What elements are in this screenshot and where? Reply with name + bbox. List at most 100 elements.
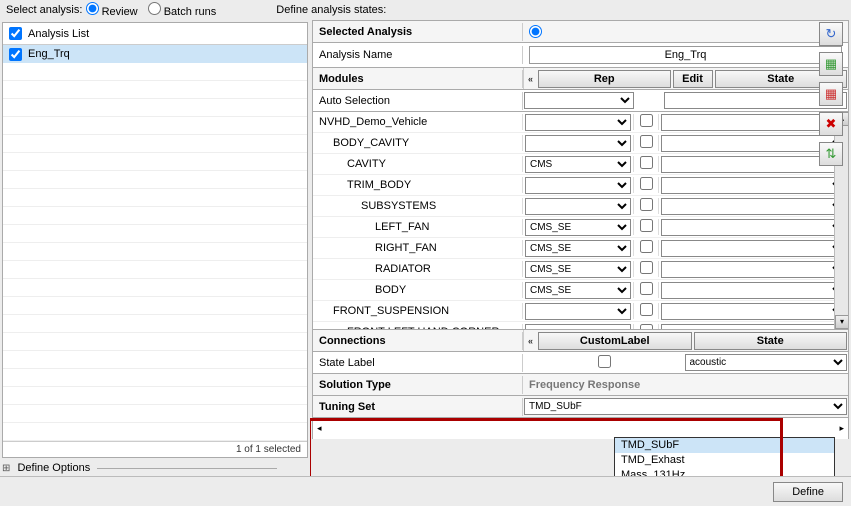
tuning-dropdown-list[interactable]: TMD_SUbF TMD_Exhast Mass_131Hz [614,437,835,476]
edit-cell[interactable] [633,156,659,172]
tree-row[interactable]: BODY_CAVITY [313,133,848,154]
rep-select[interactable] [525,324,631,330]
tree-label: SUBSYSTEMS [313,198,523,214]
rep-select[interactable]: CMS [525,156,631,173]
bottom-bar: Define [0,476,851,506]
tuning-option[interactable]: Mass_131Hz [615,468,834,476]
state-label-checkbox[interactable] [598,355,611,368]
define-options-label: Define Options [17,462,90,474]
tree-row[interactable]: FRONT_SUSPENSION [313,301,848,322]
select-analysis-label: Select analysis: [6,4,82,16]
tree-label: FRONT LEFT HAND CORNER [313,324,523,329]
edit-checkbox[interactable] [640,219,653,232]
tree-row[interactable]: LEFT_FANCMS_SE [313,217,848,238]
scroll-down-icon[interactable]: ▾ [835,315,849,329]
edit-checkbox[interactable] [640,135,653,148]
tree-row[interactable]: SUBSYSTEMS [313,196,848,217]
state-select[interactable] [661,177,846,194]
customlabel-col-button[interactable]: CustomLabel [538,332,692,350]
edit-checkbox[interactable] [640,303,653,316]
rep-select[interactable] [525,198,631,215]
solution-type-row: Solution Type Frequency Response [312,373,849,395]
edit-col-button[interactable]: Edit [673,70,713,88]
delete-icon[interactable]: ✖ [819,112,843,136]
rep-select[interactable] [525,177,631,194]
tree-row[interactable]: BODYCMS_SE [313,280,848,301]
tree-row[interactable]: NVHD_Demo_Vehicle [313,112,848,133]
tree-label: BODY_CAVITY [313,135,523,151]
rep-select[interactable]: CMS_SE [525,282,631,299]
edit-cell[interactable] [633,282,659,298]
state-value-select[interactable]: acoustic [685,354,848,371]
tree-row[interactable]: FRONT LEFT HAND CORNER [313,322,848,329]
tree-row[interactable]: RADIATORCMS_SE [313,259,848,280]
modules-tree: NVHD_Demo_VehicleBODY_CAVITYCAVITYCMSTRI… [312,111,849,329]
rep-select[interactable]: CMS_SE [525,219,631,236]
edit-cell[interactable] [633,261,659,277]
edit-checkbox[interactable] [640,261,653,274]
analysis-name-field[interactable] [529,46,842,64]
collapse-icon[interactable]: « [523,330,537,351]
list-item[interactable]: Eng_Trq [3,45,307,63]
tuning-option[interactable]: TMD_Exhast [615,453,834,468]
rep-select[interactable] [525,114,631,131]
expand-icon[interactable]: ⊞ [2,463,10,474]
edit-checkbox[interactable] [640,198,653,211]
rep-select[interactable]: CMS_SE [525,261,631,278]
item-checkbox[interactable] [9,48,22,61]
rep-select[interactable] [525,303,631,320]
remove-icon[interactable]: ▦ [819,82,843,106]
state-select[interactable] [661,198,846,215]
tree-row[interactable]: CAVITYCMS [313,154,848,175]
edit-cell[interactable] [633,135,659,151]
scroll-right-icon[interactable]: ▸ [835,423,848,434]
tuning-set-row: Tuning Set TMD_SUbF [312,395,849,417]
tuning-set-select[interactable]: TMD_SUbF [524,398,847,415]
edit-checkbox[interactable] [640,240,653,253]
tree-row[interactable]: RIGHT_FANCMS_SE [313,238,848,259]
batch-radio-label[interactable]: Batch runs [148,2,217,18]
edit-cell[interactable] [633,240,659,256]
rep-col-button[interactable]: Rep [538,70,671,88]
scroll-left-icon[interactable]: ◂ [313,423,326,434]
list-footer: 1 of 1 selected [3,441,307,457]
edit-checkbox[interactable] [640,114,653,127]
conn-state-col-button[interactable]: State [694,332,848,350]
edit-checkbox[interactable] [640,156,653,169]
tree-label: FRONT_SUSPENSION [313,303,523,319]
add-icon[interactable]: ▦ [819,52,843,76]
state-select[interactable] [661,303,846,320]
define-button[interactable]: Define [773,482,843,502]
refresh-icon[interactable]: ↻ [819,22,843,46]
edit-cell[interactable] [633,324,659,329]
list-filler [3,63,307,441]
analysis-list-header: Analysis List [3,23,307,45]
edit-cell[interactable] [633,303,659,319]
rep-select[interactable]: CMS_SE [525,240,631,257]
batch-radio[interactable] [148,2,161,15]
tree-label: CAVITY [313,156,523,172]
tree-row[interactable]: TRIM_BODY [313,175,848,196]
select-all-checkbox[interactable] [9,27,22,40]
edit-checkbox[interactable] [640,177,653,190]
edit-checkbox[interactable] [640,282,653,295]
state-select[interactable] [661,324,846,330]
edit-cell[interactable] [633,198,659,214]
review-radio-label[interactable]: Review [86,2,138,18]
state-select[interactable] [661,219,846,236]
state-select[interactable] [661,261,846,278]
review-radio[interactable] [86,2,99,15]
edit-checkbox[interactable] [640,324,653,329]
edit-cell[interactable] [633,177,659,193]
auto-rep-select[interactable] [524,92,634,109]
analysis-radio[interactable] [529,25,542,38]
collapse-icon[interactable]: « [523,68,537,89]
rep-select[interactable] [525,135,631,152]
edit-cell[interactable] [633,219,659,235]
tuning-option[interactable]: TMD_SUbF [615,438,834,453]
edit-cell[interactable] [633,114,659,130]
swap-icon[interactable]: ⇅ [819,142,843,166]
state-select[interactable] [661,240,846,257]
state-select[interactable] [661,282,846,299]
tuning-scroll-row[interactable]: ◂ ▸ [312,417,849,439]
